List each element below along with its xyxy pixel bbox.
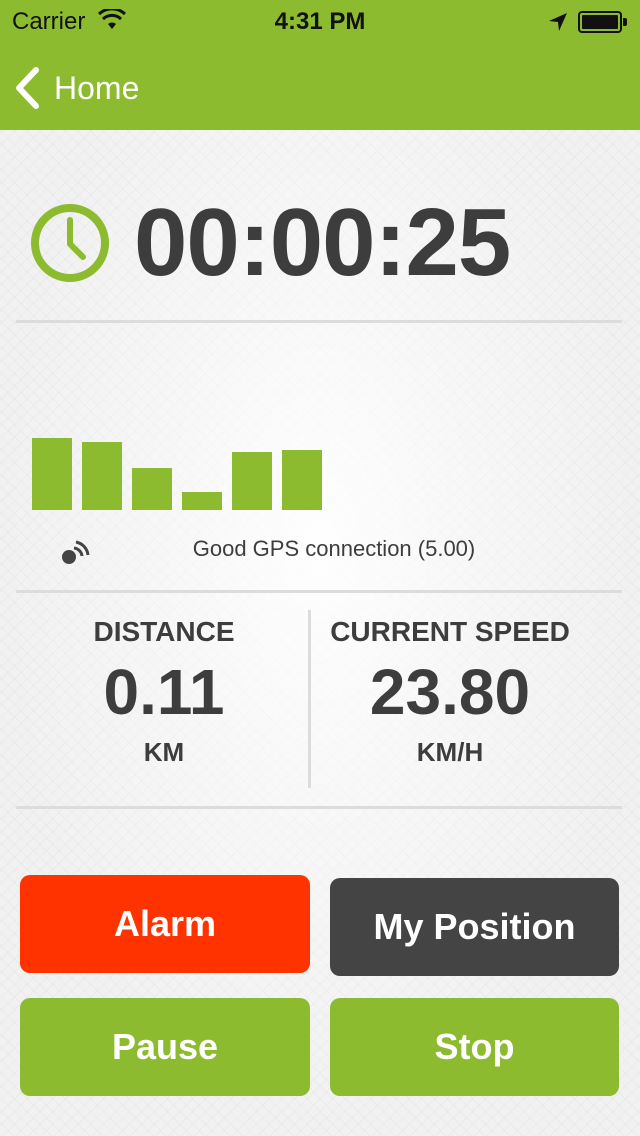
gps-signal-bar [182, 492, 222, 510]
battery-icon [578, 11, 630, 33]
divider [16, 590, 622, 593]
stop-button[interactable]: Stop [330, 998, 619, 1096]
status-time: 4:31 PM [274, 8, 366, 35]
back-label: Home [54, 69, 140, 106]
status-bar: Carrier 4:31 PM [0, 0, 640, 44]
elapsed-time: 00:00:25 [134, 189, 511, 296]
gps-signal-bar [132, 468, 172, 510]
speed-label: CURRENT SPEED [330, 616, 570, 647]
navigation-header: Carrier 4:31 PM Home [0, 0, 640, 130]
my-position-button[interactable]: My Position [330, 878, 619, 976]
clock-icon [31, 204, 109, 282]
speed-unit: KM/H [416, 737, 484, 767]
gps-signal-bars [32, 410, 332, 510]
distance-value: 0.11 [103, 656, 225, 728]
divider [16, 320, 622, 323]
distance-stat: DISTANCE 0.11 KM [14, 612, 314, 772]
alarm-button[interactable]: Alarm [20, 875, 310, 973]
gps-status-text: Good GPS connection (5.00) [192, 536, 476, 561]
gps-signal-bar [32, 438, 72, 510]
speed-stat: CURRENT SPEED 23.80 KM/H [300, 612, 600, 772]
back-button[interactable]: Home [14, 64, 139, 112]
timer-row: 00:00:25 [0, 188, 640, 298]
gps-signal-bar [82, 442, 122, 510]
gps-signal-bar [232, 452, 272, 510]
distance-label: DISTANCE [93, 616, 235, 647]
pause-button[interactable]: Pause [20, 998, 310, 1096]
divider [16, 806, 622, 809]
gps-signal-bar [282, 450, 322, 510]
speed-value: 23.80 [369, 656, 531, 728]
location-arrow-icon [549, 13, 567, 31]
chevron-left-icon [16, 67, 39, 109]
distance-unit: KM [143, 737, 185, 767]
